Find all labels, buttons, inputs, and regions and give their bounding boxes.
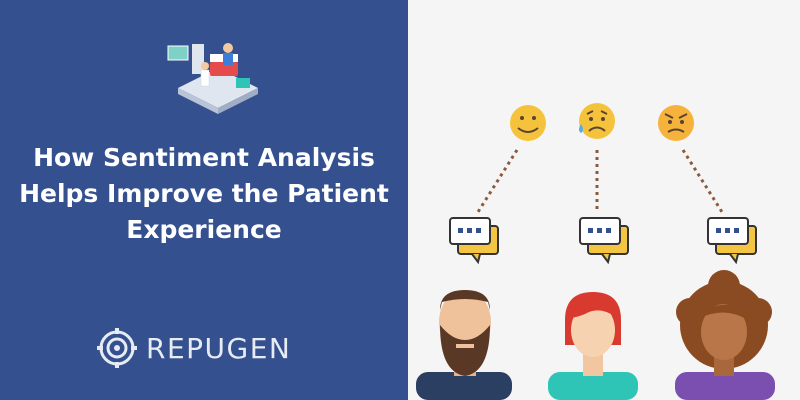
brand-logo[interactable]: REPUGEN <box>96 326 291 370</box>
headline: How Sentiment Analysis Helps Improve the… <box>0 140 408 248</box>
chat-bubble-icon <box>707 217 757 265</box>
headline-line: Experience <box>126 215 282 244</box>
curly-hair-woman-avatar <box>675 270 775 400</box>
red-hair-woman-avatar <box>548 292 638 400</box>
banner: How Sentiment Analysis Helps Improve the… <box>0 0 800 400</box>
hospital-patient-illustration <box>167 43 258 114</box>
headline-line: Helps Improve the Patient <box>19 179 389 208</box>
happy-face-icon <box>510 105 546 141</box>
bearded-man-avatar <box>416 290 512 400</box>
chat-bubble-icon <box>579 217 629 265</box>
repugen-logo-icon <box>97 328 137 368</box>
chat-bubble-icon <box>449 217 499 265</box>
dotted-connector <box>476 149 519 213</box>
sad-face-icon <box>579 103 615 139</box>
angry-face-icon <box>658 105 694 141</box>
headline-line: How Sentiment Analysis <box>33 143 375 172</box>
brand-name: REPUGEN <box>146 331 292 365</box>
dotted-connector <box>681 149 724 213</box>
